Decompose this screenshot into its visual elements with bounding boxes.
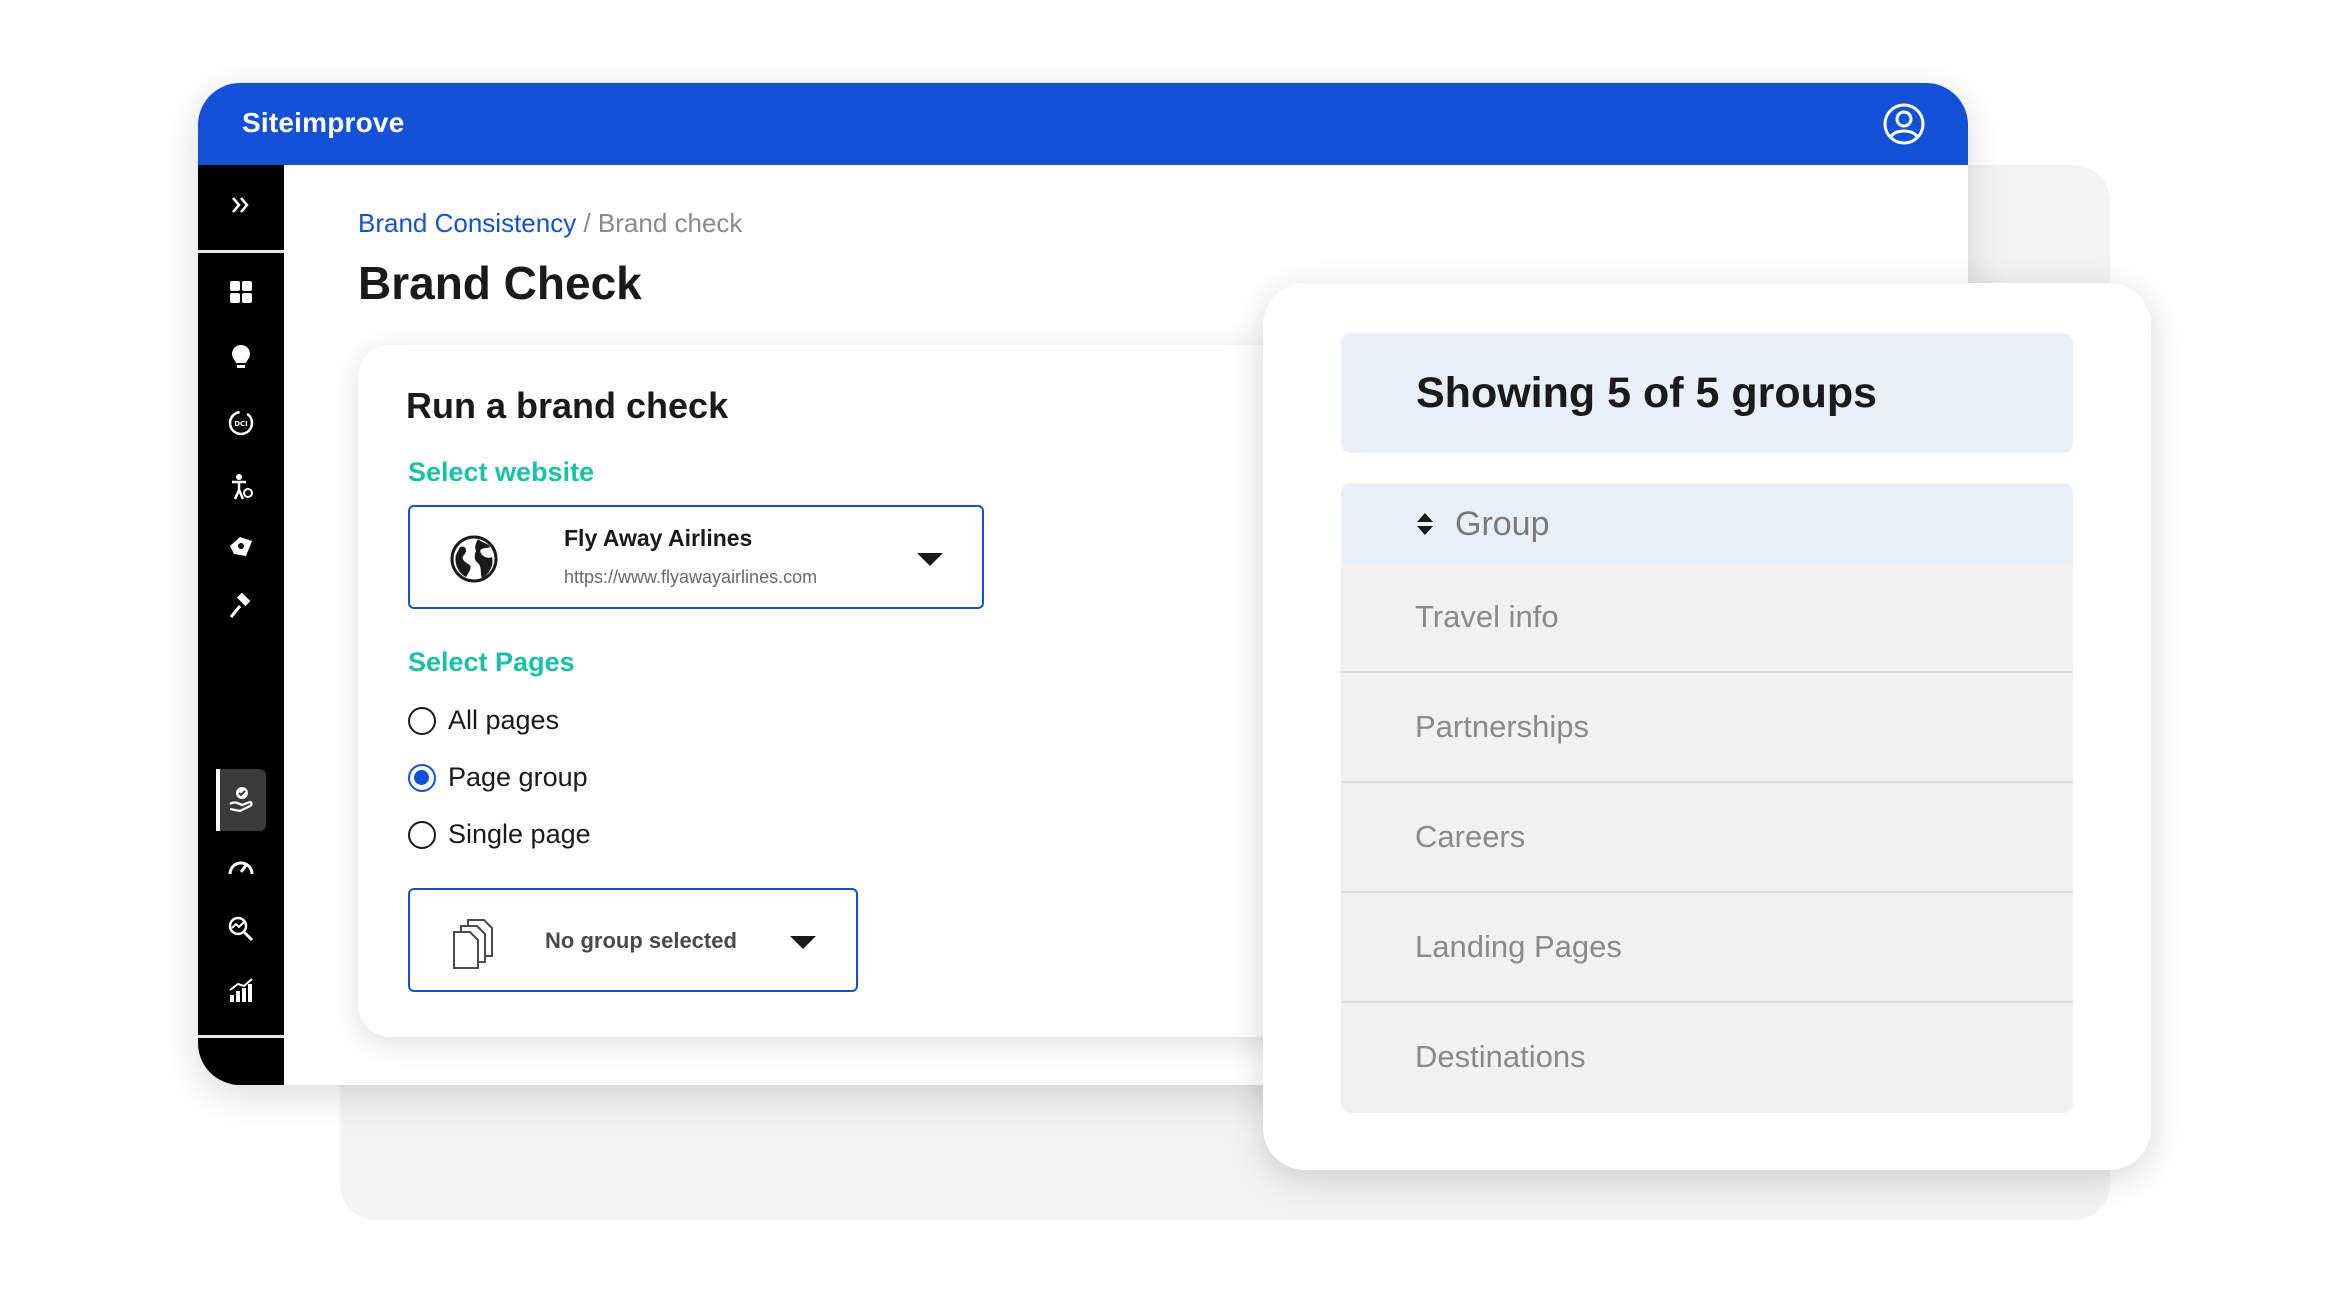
group-name: Partnerships [1415,709,1590,744]
showing-count-banner: Showing 5 of 5 groups [1341,333,2073,453]
select-website-label: Select website [408,457,595,487]
page-title: Brand Check [358,257,642,309]
svg-text:DCI: DCI [234,420,248,428]
analytics-icon[interactable] [221,971,261,1011]
dashboard-icon[interactable] [221,272,261,312]
sort-icon[interactable] [1415,511,1435,537]
group-name: Travel info [1415,599,1559,634]
radio-button[interactable] [408,706,436,735]
performance-icon[interactable] [221,847,261,887]
radio-label: Page group [448,762,588,792]
group-name: Careers [1415,819,1526,854]
seo-icon[interactable] [221,909,261,949]
radio-single-page[interactable]: Single page [408,819,591,850]
table-row[interactable]: Partnerships [1341,673,2073,783]
radio-page-group[interactable]: Page group [408,762,588,793]
website-select[interactable]: Fly Away Airlines https://www.flyawayair… [408,505,984,609]
breadcrumb-separator: / [576,208,598,238]
sidebar-divider [198,250,284,253]
showing-count-text: Showing 5 of 5 groups [1416,369,1878,417]
table-row[interactable]: Travel info [1341,563,2073,673]
run-card-title: Run a brand check [406,385,729,426]
group-name: Destinations [1415,1039,1586,1074]
user-account-icon[interactable] [1882,102,1926,146]
radio-label: All pages [448,705,560,735]
page-group-select[interactable]: No group selected [408,888,858,992]
website-name: Fly Away Airlines [564,525,753,551]
groups-panel: Showing 5 of 5 groups Group Travel info … [1263,283,2151,1170]
sidebar: DCI [198,165,284,1085]
policy-icon[interactable] [221,527,261,567]
radio-button-selected[interactable] [408,763,436,792]
breadcrumb-current: Brand check [597,208,743,238]
group-column-header[interactable]: Group [1341,483,2073,563]
run-brand-check-card: Run a brand check Select website Fly Awa… [358,345,1358,1037]
accessibility-icon[interactable] [221,467,261,507]
brand-consistency-icon[interactable] [221,779,261,819]
sidebar-divider [198,1035,284,1038]
dci-icon[interactable]: DCI [221,403,261,443]
groups-table: Group Travel info Partnerships Careers L… [1341,483,2073,1113]
table-row[interactable]: Landing Pages [1341,893,2073,1003]
breadcrumb: Brand Consistency / Brand check [358,208,742,239]
radio-all-pages[interactable]: All pages [408,705,559,736]
website-url: https://www.flyawayairlines.com [564,567,818,587]
brand-logo[interactable]: Siteimprove [242,107,404,139]
gavel-icon[interactable] [221,587,261,627]
expand-icon[interactable] [221,185,261,225]
chevron-down-icon [917,553,943,566]
chevron-down-icon [790,936,816,949]
copy-pages-icon [453,919,493,969]
lightbulb-icon[interactable] [221,337,261,377]
sidebar-active-indicator [216,769,220,831]
select-pages-label: Select Pages [408,647,575,677]
group-column-label: Group [1455,505,1550,543]
table-row[interactable]: Careers [1341,783,2073,893]
radio-button[interactable] [408,820,436,849]
table-row[interactable]: Destinations [1341,1003,2073,1113]
top-bar: Siteimprove [198,83,1968,165]
group-select-value: No group selected [545,928,737,953]
breadcrumb-link-brand-consistency[interactable]: Brand Consistency [358,208,576,238]
group-name: Landing Pages [1415,929,1622,964]
radio-label: Single page [448,819,591,849]
globe-icon [450,535,498,583]
